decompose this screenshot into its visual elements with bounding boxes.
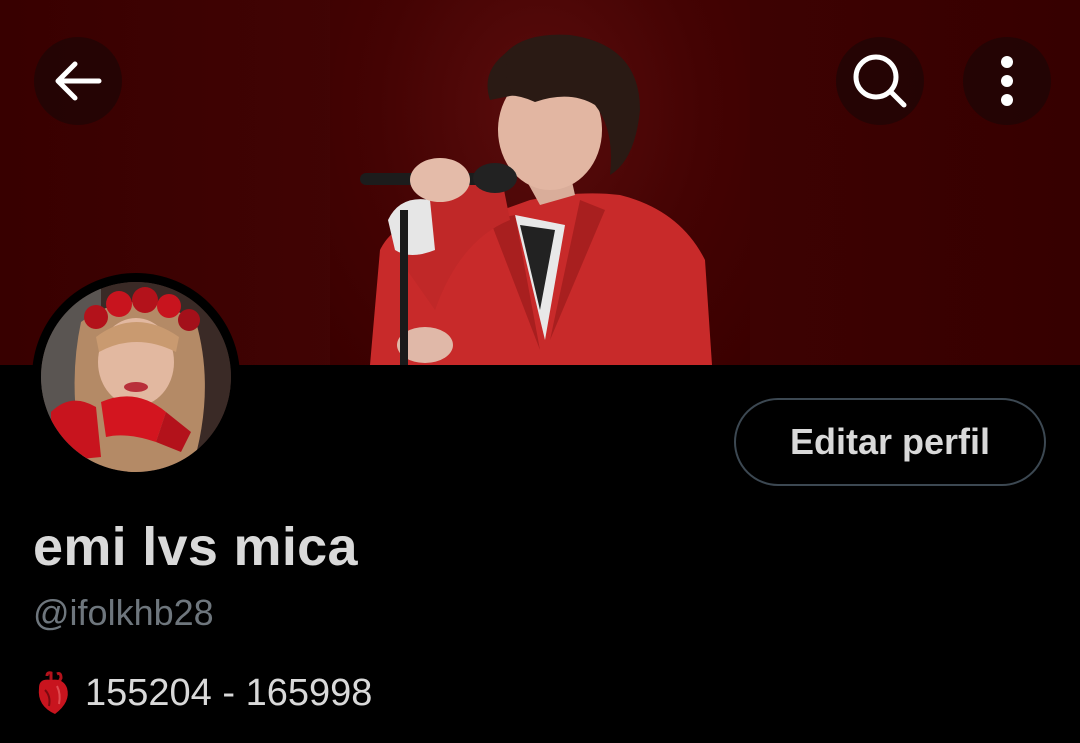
more-options-button[interactable] bbox=[963, 37, 1051, 125]
search-button[interactable] bbox=[836, 37, 924, 125]
back-button[interactable] bbox=[34, 37, 122, 125]
search-icon bbox=[853, 54, 907, 108]
profile-bio-text: 155204 - 165998 bbox=[85, 671, 373, 714]
profile-bio: 155204 - 165998 bbox=[33, 670, 372, 716]
arrow-left-icon bbox=[55, 61, 102, 101]
banner-performer-illustration bbox=[360, 34, 712, 365]
edit-profile-button[interactable]: Editar perfil bbox=[734, 398, 1046, 486]
anatomical-heart-icon bbox=[38, 671, 68, 714]
profile-screen: Editar perfil emi lvs mica @ifolkhb28 15… bbox=[0, 0, 1080, 743]
profile-handle: @ifolkhb28 bbox=[33, 592, 214, 633]
more-vertical-icon bbox=[1001, 56, 1013, 106]
profile-avatar[interactable] bbox=[32, 273, 240, 481]
profile-display-name: emi lvs mica bbox=[33, 517, 358, 577]
avatar-illustration bbox=[41, 282, 231, 472]
avatar-image bbox=[41, 282, 231, 472]
